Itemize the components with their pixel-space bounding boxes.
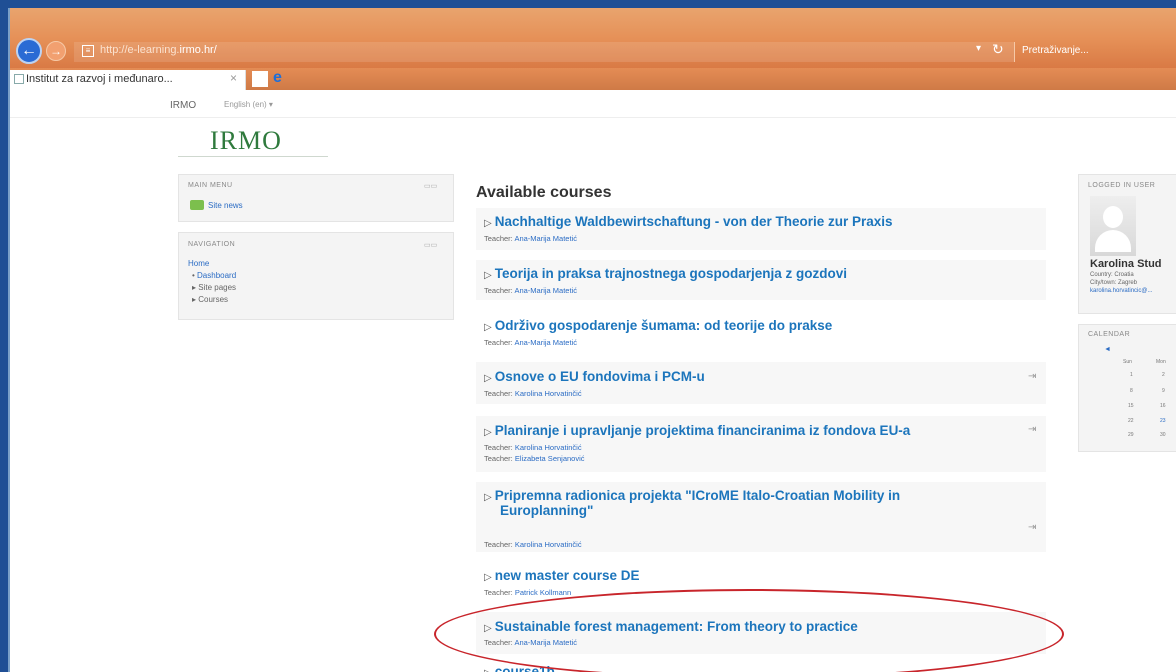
user-email[interactable]: karolina.horvatincic@... bbox=[1090, 288, 1152, 294]
main-menu-title: MAIN MENU bbox=[188, 182, 233, 189]
site-logo[interactable]: IRMO bbox=[210, 126, 282, 156]
course-teacher: Teacher: Ana-Marija Matetić bbox=[484, 338, 577, 347]
calendar-day[interactable]: 8 bbox=[1130, 388, 1133, 394]
course-link[interactable]: ▷ new master course DE bbox=[484, 568, 640, 583]
course-teacher: Teacher: Karolina Horvatinčić bbox=[484, 540, 582, 549]
nav-item-dashboard[interactable]: • Dashboard bbox=[192, 271, 236, 280]
calendar-day-header: Sun bbox=[1123, 359, 1132, 365]
favicon-icon bbox=[14, 74, 24, 84]
calendar-day-header: Mon bbox=[1156, 359, 1166, 365]
nav-item-courses[interactable]: ▸ Courses bbox=[192, 295, 228, 304]
site-news-link[interactable]: Site news bbox=[208, 201, 243, 210]
course-teacher: Teacher: Ana-Marija Matetić bbox=[484, 286, 577, 295]
course-teacher: Teacher: Karolina Horvatinčić bbox=[484, 443, 582, 452]
course-teacher: Teacher: Patrick Kollmann bbox=[484, 588, 572, 597]
back-button[interactable]: ← bbox=[16, 38, 42, 64]
calendar-day[interactable]: 15 bbox=[1128, 403, 1134, 409]
language-menu[interactable]: English (en) ▾ bbox=[224, 100, 273, 109]
available-courses-heading: Available courses bbox=[476, 184, 612, 201]
calendar-day[interactable]: 9 bbox=[1162, 388, 1165, 394]
course-link[interactable]: ▷ Nachhaltige Waldbewirtschaftung - von d… bbox=[484, 214, 893, 229]
calendar-day[interactable]: 22 bbox=[1128, 418, 1134, 424]
url-dropdown-icon[interactable]: ▾ bbox=[976, 43, 981, 54]
internet-explorer-icon: e bbox=[273, 69, 282, 86]
navigation-title: NAVIGATION bbox=[188, 241, 236, 248]
calendar-title: CALENDAR bbox=[1088, 331, 1131, 338]
calendar-day[interactable]: 2 bbox=[1162, 372, 1165, 378]
logo-tagline-graphic bbox=[178, 156, 328, 166]
highlight-annotation bbox=[434, 589, 1064, 672]
calendar-day[interactable]: 23 bbox=[1160, 418, 1166, 424]
nav-item-site-pages[interactable]: ▸ Site pages bbox=[192, 283, 236, 292]
search-placeholder[interactable]: Pretraživanje... bbox=[1022, 45, 1089, 56]
page-icon: ≡ bbox=[82, 45, 94, 57]
course-link[interactable]: ▷ Teorija in praksa trajnostnega gospodar… bbox=[484, 266, 847, 281]
user-city: City/town: Zagreb bbox=[1090, 280, 1138, 286]
user-name[interactable]: Karolina Stud bbox=[1090, 258, 1162, 270]
course-link[interactable]: ▷ Održivo gospodarenje šumama: od teorije… bbox=[484, 318, 832, 333]
course-link-continued[interactable]: Europlanning" bbox=[500, 503, 593, 518]
tab-close-icon[interactable]: × bbox=[230, 71, 237, 85]
course-teacher: Teacher: Elizabeta Senjanović bbox=[484, 454, 585, 463]
course-link[interactable]: ▷ Pripremna radionica projekta "ICroME It… bbox=[484, 488, 900, 503]
browser-window: ← → ≡ http://e-learning.irmo.hr/ ▾ ↻ Pre… bbox=[8, 8, 1176, 672]
course-teacher: Teacher: Ana-Marija Matetić bbox=[484, 234, 577, 243]
calendar-day[interactable]: 29 bbox=[1128, 432, 1134, 438]
refresh-icon[interactable]: ↻ bbox=[992, 41, 1004, 58]
forward-button[interactable]: → bbox=[46, 41, 66, 61]
calendar-day[interactable]: 16 bbox=[1160, 403, 1166, 409]
block-dock-icon[interactable]: ▭▭ bbox=[424, 241, 437, 249]
course-link[interactable]: ▷ Osnove o EU fondovima i PCM-u bbox=[484, 369, 705, 384]
url-text[interactable]: http://e-learning.irmo.hr/ bbox=[100, 44, 217, 56]
site-short-name[interactable]: IRMO bbox=[170, 100, 196, 111]
user-country: Country: Croatia bbox=[1090, 272, 1134, 278]
course-teacher: Teacher: Karolina Horvatinčić bbox=[484, 389, 582, 398]
calendar-prev-icon[interactable]: ◄ bbox=[1104, 346, 1111, 353]
avatar-head-shape bbox=[1103, 206, 1123, 228]
course-link[interactable]: ▷ Planiranje i upravljanje projektima fin… bbox=[484, 423, 910, 438]
nav-home-link[interactable]: Home bbox=[188, 259, 209, 268]
calendar-day[interactable]: 30 bbox=[1160, 432, 1166, 438]
tab-title[interactable]: Institut za razvoj i međunaro... bbox=[26, 73, 173, 85]
calendar-day[interactable]: 1 bbox=[1130, 372, 1133, 378]
block-dock-icon[interactable]: ▭▭ bbox=[424, 182, 437, 190]
logged-in-title: LOGGED IN USER bbox=[1088, 182, 1156, 189]
new-tab-button[interactable] bbox=[252, 71, 268, 87]
self-enrol-icon: ⇥ bbox=[1028, 522, 1037, 533]
news-icon bbox=[190, 200, 204, 210]
